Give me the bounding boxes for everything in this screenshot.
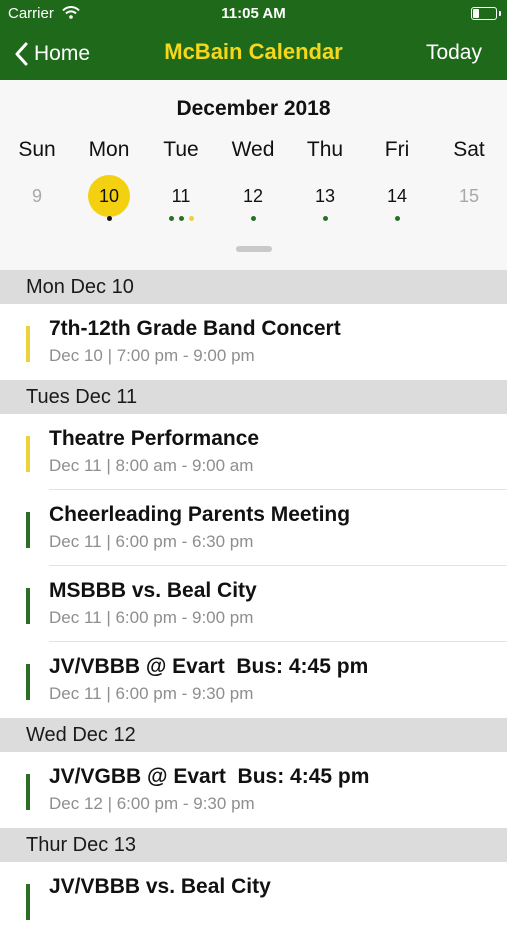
event-row[interactable]: 7th-12th Grade Band Concert Dec 10 | 7:00… [0, 304, 507, 380]
calendar-day[interactable]: 11 [145, 175, 217, 217]
event-time: Dec 11 | 8:00 am - 9:00 am [49, 456, 254, 475]
event-indicator-dots [289, 216, 361, 224]
event-time: Dec 10 | 7:00 pm - 9:00 pm [49, 346, 255, 365]
weekday-label: Tue [163, 138, 199, 161]
event-title: 7th-12th Grade Band Concert [49, 317, 341, 340]
event-title: Cheerleading Parents Meeting [49, 503, 351, 526]
drag-handle[interactable] [236, 246, 272, 252]
calendar-day-selected[interactable]: 10 [73, 175, 145, 217]
event-dot [188, 216, 194, 221]
calendar-day[interactable]: 15 [433, 175, 505, 217]
event-title: JV/VBBB @ Evart Bus: 4:45 pm [49, 655, 369, 678]
event-dot [178, 216, 184, 221]
calendar-day-number: 15 [458, 185, 480, 206]
calendar-day[interactable]: 9 [1, 175, 73, 217]
event-row[interactable]: Theatre Performance Dec 11 | 8:00 am - 9:… [0, 414, 507, 490]
event-color-bar [26, 512, 30, 548]
calendar-day-number: 11 [171, 185, 191, 206]
event-title: MSBBB vs. Beal City [49, 579, 257, 602]
day-section-header: Wed Dec 12 [0, 718, 507, 752]
event-dot [250, 216, 256, 221]
event-dot [322, 216, 328, 221]
day-section-header: Thur Dec 13 [0, 828, 507, 862]
event-title: JV/VBBB vs. Beal City [49, 875, 271, 898]
event-dot [106, 216, 112, 221]
today-button[interactable]: Today [426, 41, 482, 65]
event-color-bar [26, 436, 30, 472]
event-dot [168, 216, 174, 221]
event-indicator-dots [73, 216, 145, 224]
event-row[interactable]: JV/VBBB @ Evart Bus: 4:45 pm Dec 11 | 6:0… [0, 642, 507, 718]
event-list: Mon Dec 10 7th-12th Grade Band Concert Dec… [0, 270, 507, 938]
calendar-day-number: 12 [242, 185, 264, 206]
calendar-day-number: 9 [31, 185, 42, 206]
event-row[interactable]: JV/VBBB vs. Beal City [0, 862, 507, 938]
event-title: JV/VGBB @ Evart Bus: 4:45 pm [49, 765, 370, 788]
chevron-left-icon [15, 42, 28, 66]
calendar-month-label: December 2018 [176, 97, 331, 120]
event-title: Theatre Performance [49, 427, 260, 450]
day-section-header: Tues Dec 11 [0, 380, 507, 414]
event-indicator-dots [361, 216, 433, 224]
weekday-label: Sat [453, 138, 485, 161]
week-calendar: December 2018 Sun Mon Tue Wed Thu Fri Sat 9 10 1… [0, 80, 507, 271]
calendar-day[interactable]: 12 [217, 175, 289, 217]
calendar-day-number: 10 [88, 175, 130, 217]
event-indicator-dots [217, 216, 289, 224]
event-color-bar [26, 884, 30, 920]
calendar-day-number: 13 [314, 185, 336, 206]
status-bar: Carrier 11:05 AM [0, 0, 507, 28]
weekday-label: Thu [306, 138, 344, 161]
event-time: Dec 11 | 6:00 pm - 6:30 pm [49, 532, 254, 551]
calendar-day-number: 14 [386, 185, 408, 206]
day-section-header: Mon Dec 10 [0, 270, 507, 304]
back-label: Home [34, 42, 91, 65]
event-row[interactable]: JV/VGBB @ Evart Bus: 4:45 pm Dec 12 | 6:0… [0, 752, 507, 828]
event-time: Dec 11 | 6:00 pm - 9:30 pm [49, 684, 254, 703]
weekday-label: Mon [88, 138, 130, 161]
calendar-day[interactable]: 13 [289, 175, 361, 217]
event-color-bar [26, 326, 30, 362]
status-time: 11:05 AM [221, 5, 286, 22]
event-row[interactable]: MSBBB vs. Beal City Dec 11 | 6:00 pm - 9:… [0, 566, 507, 642]
event-color-bar [26, 774, 30, 810]
weekday-label: Wed [231, 138, 275, 161]
nav-bar: Home McBain Calendar Today [0, 28, 507, 80]
event-time: Dec 11 | 6:00 pm - 9:00 pm [49, 608, 254, 627]
battery-icon [471, 7, 501, 20]
weekday-label: Fri [384, 138, 410, 161]
back-button[interactable]: Home [14, 40, 90, 68]
event-dot [394, 216, 400, 221]
event-color-bar [26, 588, 30, 624]
event-time: Dec 12 | 6:00 pm - 9:30 pm [49, 794, 255, 813]
weekday-label: Sun [18, 138, 56, 161]
event-indicator-dots [145, 216, 217, 224]
calendar-day[interactable]: 14 [361, 175, 433, 217]
event-color-bar [26, 664, 30, 700]
event-row[interactable]: Cheerleading Parents Meeting Dec 11 | 6:0… [0, 490, 507, 566]
